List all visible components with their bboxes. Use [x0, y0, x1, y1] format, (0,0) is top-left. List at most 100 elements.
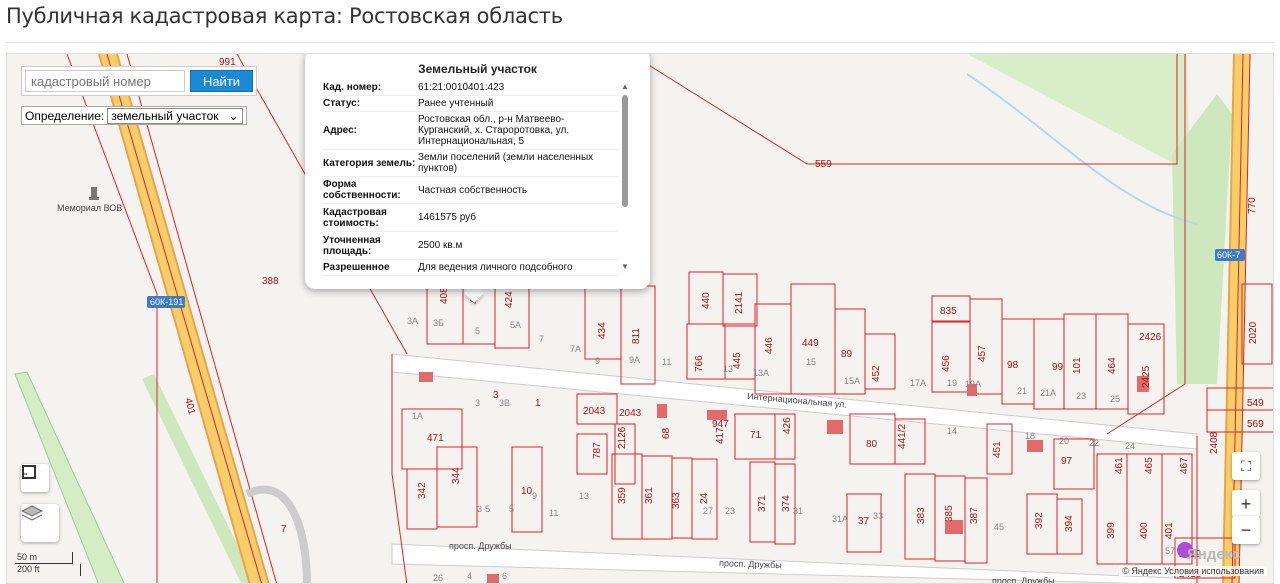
parcel-label: 811 [631, 328, 642, 344]
fullscreen-icon: ⛶ [1241, 457, 1251, 474]
parcel-label: 2126 [617, 426, 628, 449]
parcel-label: 399 [1106, 522, 1117, 539]
parcel-label: 13 [723, 364, 733, 374]
ruler-icon [22, 465, 36, 479]
green-area [967, 54, 1189, 164]
parcel-label: 408 [439, 287, 450, 304]
street [391, 543, 1198, 583]
parcel-label: 9А [629, 355, 640, 365]
parcel-label: 417 [715, 427, 726, 444]
svg-text:60К-191: 60К-191 [150, 297, 183, 307]
parcel-label: 440 [701, 292, 712, 309]
popup-row: Кад. номер: 61:21:0010401:423 [323, 80, 618, 96]
zoom-in-button[interactable]: + [1232, 490, 1260, 518]
parcel-label: 392 [1034, 512, 1045, 529]
parcel-label: 97 [1061, 456, 1073, 467]
parcel-label: 446 [764, 337, 775, 354]
definition-panel: Определение: земельный участок ⌄ [21, 106, 247, 125]
parcel-label: 7 [281, 524, 287, 535]
parcel-label: 465 [1144, 457, 1155, 474]
parcel-label: 342 [417, 482, 428, 499]
parcel-label: 835 [940, 306, 957, 317]
parcel-label: 45 [994, 522, 1004, 532]
parcel-label: 24 [1125, 441, 1135, 451]
parcel-label: 101 [1072, 357, 1083, 374]
title-divider [6, 42, 1274, 43]
popup-key: Разрешенное [323, 262, 390, 273]
parcel-label: 559 [815, 159, 832, 170]
parcel-label: 394 [1064, 515, 1075, 532]
parcel-label: 467 [1179, 457, 1190, 474]
popup-scrollbar[interactable]: ▲ ▼ [621, 82, 629, 272]
ruler-button[interactable] [21, 464, 49, 492]
zoom-out-button[interactable]: − [1232, 516, 1260, 544]
parcel-label: 388 [262, 276, 279, 287]
parcel-label: 471 [427, 433, 444, 444]
layers-button[interactable] [21, 504, 59, 542]
scroll-down-icon[interactable]: ▼ [621, 262, 629, 271]
parcel-label: 2425 [1141, 365, 1152, 388]
search-button[interactable]: Найти [190, 70, 253, 92]
popup-value: 2500 кв.м [418, 240, 463, 251]
parcel-label: 434 [597, 322, 608, 339]
definition-label: Определение: [25, 108, 105, 123]
popup-key: Категория земель: [323, 157, 416, 169]
popup-key: Статус: [323, 98, 361, 109]
popup-value: Для ведения личного подсобного [418, 262, 573, 273]
parcel-label: 14 [947, 426, 957, 436]
road-edge [116, 54, 270, 583]
parcel-label: 770 [1247, 197, 1258, 214]
parcel-label: 25 [1110, 394, 1120, 404]
popup-table: Кад. номер: 61:21:0010401:423 Статус: Ране… [323, 80, 618, 276]
definition-selected: земельный участок [111, 108, 219, 123]
parcel-label: 19А [965, 379, 981, 389]
parcel-label: 13А [753, 368, 769, 378]
road-edge [98, 54, 251, 583]
parcel-label: 5А [510, 320, 521, 330]
parcel-label: 766 [694, 355, 705, 372]
parcel-label: 451 [992, 441, 1003, 458]
parcel-label: 464 [1107, 357, 1118, 374]
parcel-label: 445 [732, 352, 743, 369]
page-title: Публичная кадастровая карта: Ростовская … [6, 4, 563, 28]
popup-row: Адрес: Ростовская обл., р-н Матвеево-Кург… [323, 112, 618, 150]
parcel-label: 17А [910, 378, 926, 388]
parcel-label: 359 [617, 487, 628, 504]
popup-row: Кадастровая стоимость: 1461575 руб [323, 204, 618, 232]
parcel-label: 456 [941, 355, 952, 372]
parcel-label: 7 [539, 334, 544, 344]
street-label: просп. Дружбы [992, 576, 1055, 584]
parcel-label: 787 [592, 442, 603, 459]
parcel-label: 9 [532, 491, 537, 501]
parcel-label: 400 [1139, 522, 1150, 539]
parcel-label: 461 [1114, 457, 1125, 474]
parcel-label: 68 [661, 427, 672, 439]
definition-select[interactable]: земельный участок ⌄ [107, 107, 243, 124]
popup-value: Ростовская обл., р-н Матвеево-Курганский… [418, 114, 570, 147]
search-panel: Найти [21, 66, 257, 96]
landmark-icon [89, 187, 99, 200]
parcel-label: 344 [451, 467, 462, 484]
popup-value: Земли поселений (земли населенных пункто… [418, 152, 594, 174]
scroll-thumb[interactable] [622, 95, 628, 207]
popup-value: 1461575 руб [418, 212, 476, 223]
copyright[interactable]: © Яндекс Условия использования [1119, 566, 1267, 576]
map-viewport[interactable]: 991 388 401 559 770 7 408 42 424 434 811… [6, 53, 1274, 584]
parcel-label: 5 [485, 504, 490, 514]
parcel-label: 20 [1059, 436, 1069, 446]
parcel-label: 9 [595, 356, 600, 366]
parcel-label: 401 [182, 397, 197, 416]
scroll-up-icon[interactable]: ▲ [621, 82, 629, 91]
yandex-logo: Яндекс [1187, 546, 1241, 563]
parcel-label: 21 [1017, 386, 1027, 396]
parcel-label: 424 [504, 291, 515, 308]
popup-row: Уточненная площадь: 2500 кв.м [323, 232, 618, 260]
parcel-label: 426 [782, 417, 793, 434]
popup-row: Разрешенное Для ведения личного подсобног… [323, 260, 618, 276]
popup-key: Форма собственности: [323, 179, 401, 201]
parcel-label: 2141 [734, 291, 745, 314]
fullscreen-button[interactable]: ⛶ [1232, 452, 1260, 480]
parcel-label: 19 [947, 378, 957, 388]
search-input[interactable] [25, 70, 185, 92]
parcel-label: 23 [725, 506, 735, 516]
